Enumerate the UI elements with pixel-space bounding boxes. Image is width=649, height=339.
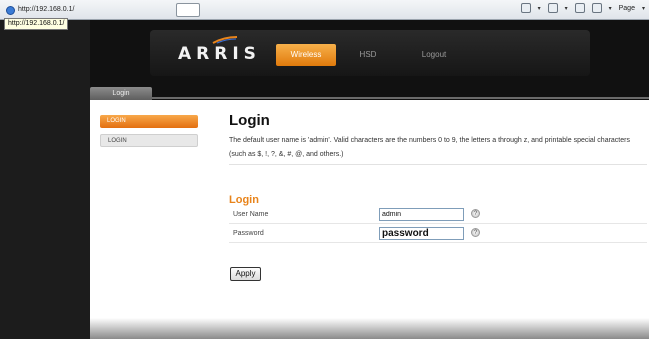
password-help-icon[interactable]: ? — [471, 228, 480, 237]
login-description: The default user name is 'admin'. Valid … — [229, 137, 630, 158]
home-icon[interactable] — [520, 3, 531, 13]
arris-swoosh-icon — [212, 36, 238, 44]
page-dropdown-icon[interactable]: ▾ — [642, 5, 645, 12]
nav-tab-wireless[interactable]: Wireless — [276, 44, 336, 66]
url-text: http://192.168.0.1/ — [18, 6, 75, 13]
home-dropdown-icon[interactable]: ▾ — [538, 5, 541, 12]
page-title: Login — [229, 112, 270, 129]
side-menu-item-login-active[interactable]: LOGIN — [100, 115, 198, 128]
subtab-bar — [90, 97, 649, 99]
new-tab[interactable] — [176, 3, 200, 17]
feeds-icon[interactable] — [547, 3, 558, 13]
password-row: Password ? — [229, 226, 647, 243]
browser-icon — [6, 6, 15, 15]
password-input[interactable] — [379, 227, 464, 240]
subtab-login[interactable]: Login — [90, 87, 152, 100]
side-menu: LOGIN LOGIN — [100, 115, 198, 153]
username-help-icon[interactable]: ? — [471, 209, 480, 218]
arris-logo: ARRIS — [178, 44, 261, 64]
username-label: User Name — [233, 211, 269, 218]
password-label: Password — [233, 230, 264, 237]
username-row: User Name ? — [229, 207, 647, 224]
divider — [229, 164, 647, 165]
nav-tab-hsd[interactable]: HSD — [352, 44, 384, 66]
apply-button[interactable]: Apply — [230, 267, 261, 281]
url-tab[interactable]: http://192.168.0.1/ — [4, 3, 78, 17]
left-gutter — [0, 20, 90, 339]
username-input[interactable] — [379, 208, 464, 221]
section-title: Login — [229, 194, 259, 206]
feeds-dropdown-icon[interactable]: ▾ — [565, 5, 568, 12]
url-tooltip: http://192.168.0.1/ — [4, 18, 69, 30]
print-icon[interactable] — [591, 3, 602, 13]
command-bar: ▾ ▾ ▾ Page ▾ — [520, 3, 645, 13]
read-mail-icon[interactable] — [574, 3, 585, 13]
browser-toolbar: http://192.168.0.1/ ▾ ▾ ▾ Page ▾ — [0, 0, 649, 20]
content-footer — [90, 318, 649, 339]
side-menu-item-login[interactable]: LOGIN — [100, 134, 198, 147]
nav-tab-logout[interactable]: Logout — [414, 44, 454, 66]
print-dropdown-icon[interactable]: ▾ — [609, 5, 612, 12]
page-menu[interactable]: Page — [619, 5, 635, 12]
